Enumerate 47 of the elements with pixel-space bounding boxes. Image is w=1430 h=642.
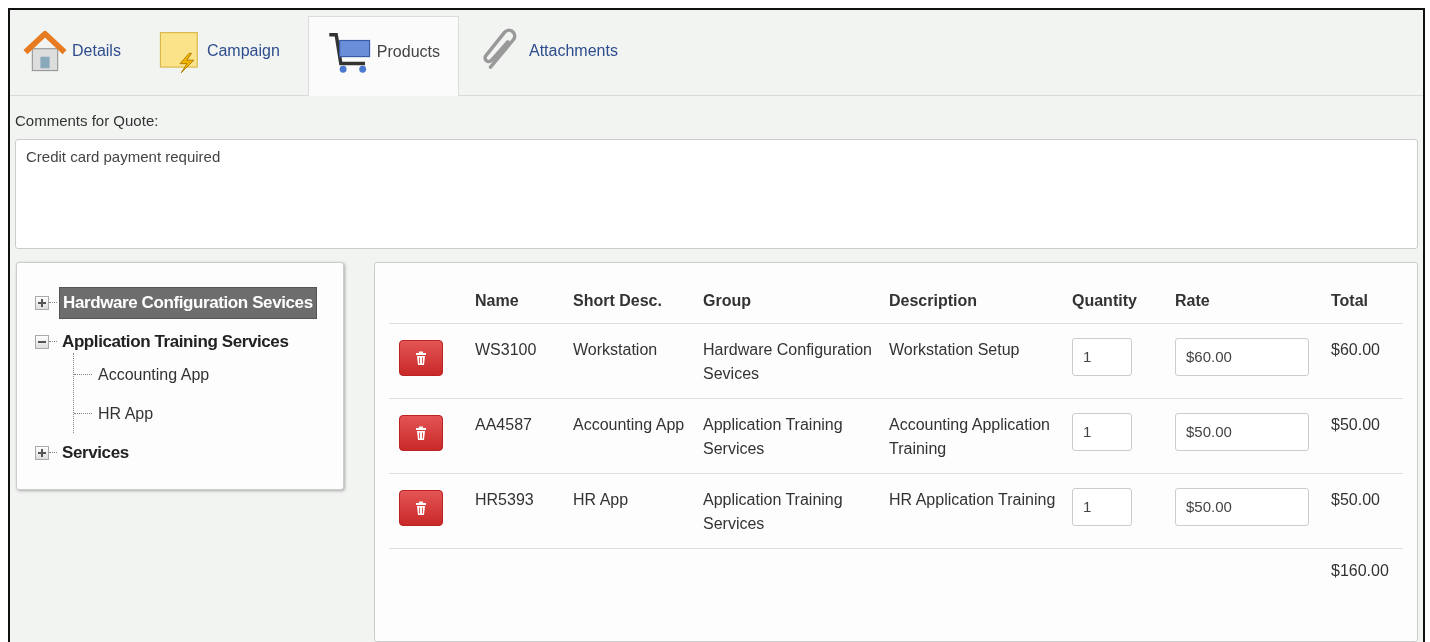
tree-item[interactable]: HR App	[96, 402, 156, 425]
table-cell: Application Training Services	[703, 398, 889, 474]
column-header: Rate	[1175, 283, 1331, 324]
tree-item[interactable]: Hardware Configuration Sevices	[59, 286, 317, 319]
table-cell: Workstation	[573, 323, 703, 399]
tab[interactable]: Attachments	[471, 17, 634, 95]
table-cell: $50.00	[1331, 473, 1403, 549]
tree-item[interactable]: Services	[59, 437, 132, 468]
trash-icon	[415, 426, 427, 440]
rate-field[interactable]: $60.00	[1175, 338, 1309, 376]
column-header: Description	[889, 283, 1072, 324]
delete-button[interactable]	[399, 490, 443, 526]
comments-label: Comments for Quote:	[15, 112, 160, 129]
table-cell: Hardware Configuration Sevices	[703, 323, 889, 399]
rate-field[interactable]: $50.00	[1175, 413, 1309, 451]
tab[interactable]: Campaign	[148, 17, 296, 95]
table-cell: $60.00	[1331, 323, 1403, 399]
grand-total: $160.00	[1331, 548, 1403, 595]
quantity-field[interactable]: 1	[1072, 488, 1132, 526]
rate-field[interactable]: $50.00	[1175, 488, 1309, 526]
delete-button[interactable]	[399, 415, 443, 451]
expander-icon[interactable]	[35, 295, 49, 310]
expander-icon[interactable]	[35, 445, 49, 460]
column-header: Quantity	[1072, 283, 1175, 324]
comments-field[interactable]: Credit card payment required	[15, 139, 1418, 249]
quantity-field[interactable]: 1	[1072, 338, 1132, 376]
expander-icon[interactable]	[35, 334, 49, 349]
column-header: Name	[475, 283, 573, 324]
tab[interactable]: Details	[14, 17, 137, 95]
column-header: Total	[1331, 283, 1403, 324]
table-cell: Accounting App	[573, 398, 703, 474]
tree-item[interactable]: Application Training Services	[59, 326, 292, 357]
column-header: Short Desc.	[573, 283, 703, 324]
table-cell: Application Training Services	[703, 473, 889, 549]
trash-icon	[415, 351, 427, 365]
table-cell: $50.00	[1331, 398, 1403, 474]
column-header: Group	[703, 283, 889, 324]
tree-item[interactable]: Accounting App	[96, 363, 212, 386]
tab[interactable]: Products	[307, 16, 459, 96]
house-icon	[22, 28, 68, 74]
quantity-field[interactable]: 1	[1072, 413, 1132, 451]
table-cell: AA4587	[475, 398, 573, 474]
table-cell: HR5393	[475, 473, 573, 549]
table-cell: WS3100	[475, 323, 573, 399]
delete-button[interactable]	[399, 340, 443, 376]
table-cell: HR App	[573, 473, 703, 549]
trash-icon	[415, 501, 427, 515]
